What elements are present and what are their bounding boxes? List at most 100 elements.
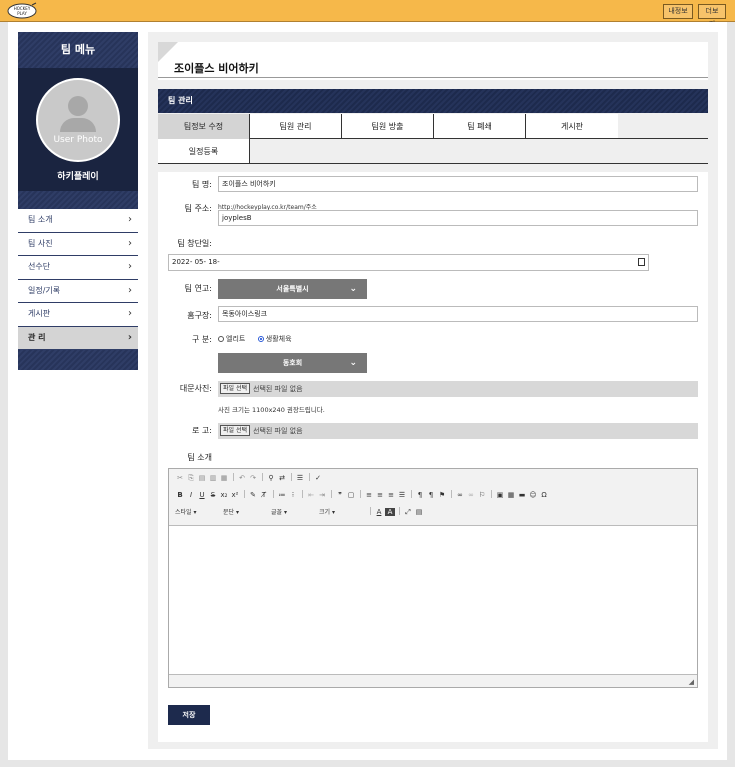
founded-date-input[interactable]: 2022- 05- 18- bbox=[168, 254, 649, 271]
home-rink-input[interactable]: 목동아이스링크 bbox=[218, 306, 698, 322]
toolbar-separator bbox=[273, 490, 274, 498]
select-all-icon[interactable]: ☰ bbox=[295, 474, 305, 482]
tab-edit-info[interactable]: 팀정보 수정 bbox=[158, 114, 250, 139]
show-blocks-icon[interactable]: ▤ bbox=[414, 508, 424, 516]
sidebar-item-manage[interactable]: 관 리 › bbox=[18, 326, 138, 350]
toolbar-separator bbox=[399, 507, 400, 515]
tab-member-manage[interactable]: 팀원 관리 bbox=[250, 114, 342, 139]
sidebar-divider bbox=[18, 191, 138, 209]
more-button[interactable]: 더보기 bbox=[698, 4, 726, 28]
align-left-icon[interactable]: ≡ bbox=[364, 491, 374, 499]
image-icon[interactable]: ▣ bbox=[495, 491, 505, 499]
sidebar-item-label: 팀 소개 bbox=[28, 215, 53, 224]
page-title: 조이플스 비어하키 bbox=[174, 62, 259, 75]
chevron-right-icon: › bbox=[128, 261, 132, 272]
tab-board[interactable]: 게시판 bbox=[526, 114, 618, 139]
strike-icon[interactable]: S bbox=[208, 491, 218, 499]
size-combo[interactable]: 크기 ▾ bbox=[319, 507, 363, 516]
align-right-icon[interactable]: ≡ bbox=[386, 491, 396, 499]
bold-icon[interactable]: B bbox=[175, 491, 185, 499]
toolbar-separator bbox=[370, 507, 371, 515]
align-center-icon[interactable]: ≡ bbox=[375, 491, 385, 499]
toolbar-separator bbox=[360, 490, 361, 498]
spellcheck-icon[interactable]: ✓ bbox=[313, 474, 323, 482]
sidebar-item-team-intro[interactable]: 팀 소개 › bbox=[18, 209, 138, 233]
site-logo[interactable]: HOCKEY PLAY bbox=[6, 2, 38, 20]
team-url-input[interactable]: joyplesB bbox=[218, 210, 698, 226]
tab-schedule-register[interactable]: 일정등록 bbox=[158, 139, 250, 164]
paste-icon[interactable]: ▤ bbox=[197, 474, 207, 482]
anchor-icon[interactable]: ⚐ bbox=[477, 491, 487, 499]
rtl-icon[interactable]: ¶ bbox=[426, 491, 436, 499]
chevron-right-icon: › bbox=[128, 214, 132, 225]
numbered-list-icon[interactable]: ≔ bbox=[277, 491, 287, 499]
save-button[interactable]: 저장 bbox=[168, 705, 210, 725]
style-combo[interactable]: 스타일 ▾ bbox=[175, 507, 219, 516]
text-color-icon[interactable]: A bbox=[374, 508, 384, 516]
div-icon[interactable]: ▢ bbox=[346, 491, 356, 499]
banner-file-button[interactable]: 파일 선택 bbox=[220, 383, 250, 394]
region-select[interactable]: 서울특별시 ⌄ bbox=[218, 279, 367, 299]
top-bar: HOCKEY PLAY 내정보 더보기 bbox=[0, 0, 735, 28]
bg-color-icon[interactable]: A bbox=[385, 508, 395, 516]
user-photo-body-icon bbox=[60, 118, 96, 132]
style-combo-label: 스타일 bbox=[175, 509, 192, 516]
radio-elite[interactable] bbox=[218, 336, 224, 342]
sidebar-item-board[interactable]: 게시판 › bbox=[18, 303, 138, 327]
banner-file-input[interactable]: 파일 선택 선택된 파일 없음 bbox=[218, 381, 698, 397]
page-title-box: 조이플스 비어하키 bbox=[158, 42, 708, 80]
bullet-list-icon[interactable]: ⁝ bbox=[288, 491, 298, 499]
sidebar-item-roster[interactable]: 선수단 › bbox=[18, 256, 138, 280]
replace-icon[interactable]: ⇄ bbox=[277, 474, 287, 482]
justify-icon[interactable]: ☰ bbox=[397, 491, 407, 499]
table-icon[interactable]: ▦ bbox=[506, 491, 516, 499]
user-photo-head-icon bbox=[68, 96, 88, 116]
special-char-icon[interactable]: Ω bbox=[539, 491, 549, 499]
paragraph-combo-label: 문단 bbox=[223, 509, 235, 516]
subscript-icon[interactable]: x₂ bbox=[219, 491, 229, 499]
cut-icon[interactable]: ✂ bbox=[175, 474, 185, 482]
indent-icon[interactable]: ⇥ bbox=[317, 491, 327, 499]
italic-icon[interactable]: I bbox=[186, 491, 196, 499]
unlink-icon[interactable]: ∞ bbox=[466, 491, 476, 499]
logo-file-button[interactable]: 파일 선택 bbox=[220, 425, 250, 436]
chevron-down-icon: ⌄ bbox=[349, 358, 357, 368]
tab-member-release[interactable]: 팀원 방출 bbox=[342, 114, 434, 139]
language-icon[interactable]: ⚑ bbox=[437, 491, 447, 499]
calendar-icon[interactable] bbox=[638, 258, 645, 266]
logo-file-input[interactable]: 파일 선택 선택된 파일 없음 bbox=[218, 423, 698, 439]
resize-handle-icon[interactable]: ◢ bbox=[689, 678, 694, 686]
copy-format-icon[interactable]: ✎ bbox=[248, 491, 258, 499]
redo-icon[interactable]: ↷ bbox=[248, 474, 258, 482]
founded-date-label: 팀 창단일: bbox=[177, 239, 212, 248]
font-combo[interactable]: 글꼴 ▾ bbox=[271, 507, 315, 516]
maximize-icon[interactable]: ⤢ bbox=[403, 508, 413, 517]
paste-text-icon[interactable]: ▥ bbox=[208, 474, 218, 482]
toolbar-separator bbox=[491, 490, 492, 498]
underline-icon[interactable]: U bbox=[197, 491, 207, 499]
tab-team-close[interactable]: 팀 폐쇄 bbox=[434, 114, 526, 139]
paragraph-combo[interactable]: 문단 ▾ bbox=[223, 507, 267, 516]
smiley-icon[interactable]: ☺ bbox=[528, 491, 538, 499]
blockquote-icon[interactable]: ❞ bbox=[335, 491, 345, 499]
ltr-icon[interactable]: ¶ bbox=[415, 491, 425, 499]
toolbar-separator bbox=[411, 490, 412, 498]
hr-icon[interactable]: ▬ bbox=[517, 491, 527, 499]
editor-content-area[interactable] bbox=[169, 525, 697, 675]
remove-format-icon[interactable]: T̸ bbox=[259, 491, 269, 499]
outdent-icon[interactable]: ⇤ bbox=[306, 491, 316, 499]
find-icon[interactable]: ⚲ bbox=[266, 474, 276, 482]
undo-icon[interactable]: ↶ bbox=[237, 474, 247, 482]
my-info-button[interactable]: 내정보 bbox=[663, 4, 693, 19]
superscript-icon[interactable]: x² bbox=[230, 491, 240, 499]
link-icon[interactable]: ∞ bbox=[455, 491, 465, 499]
sidebar-item-schedule[interactable]: 일정/기록 › bbox=[18, 279, 138, 303]
paste-word-icon[interactable]: ▦ bbox=[219, 474, 229, 482]
copy-icon[interactable]: ⎘ bbox=[186, 474, 196, 483]
team-name-input[interactable]: 조이플스 비어하키 bbox=[218, 176, 698, 192]
level-select[interactable]: 동호회 ⌄ bbox=[218, 353, 367, 373]
banner-label: 대문사진: bbox=[179, 384, 212, 393]
banner-size-hint: 사진 크기는 1100x240 권장드립니다. bbox=[218, 406, 325, 414]
sidebar-item-team-photo[interactable]: 팀 사진 › bbox=[18, 232, 138, 256]
radio-amateur[interactable] bbox=[257, 336, 264, 342]
